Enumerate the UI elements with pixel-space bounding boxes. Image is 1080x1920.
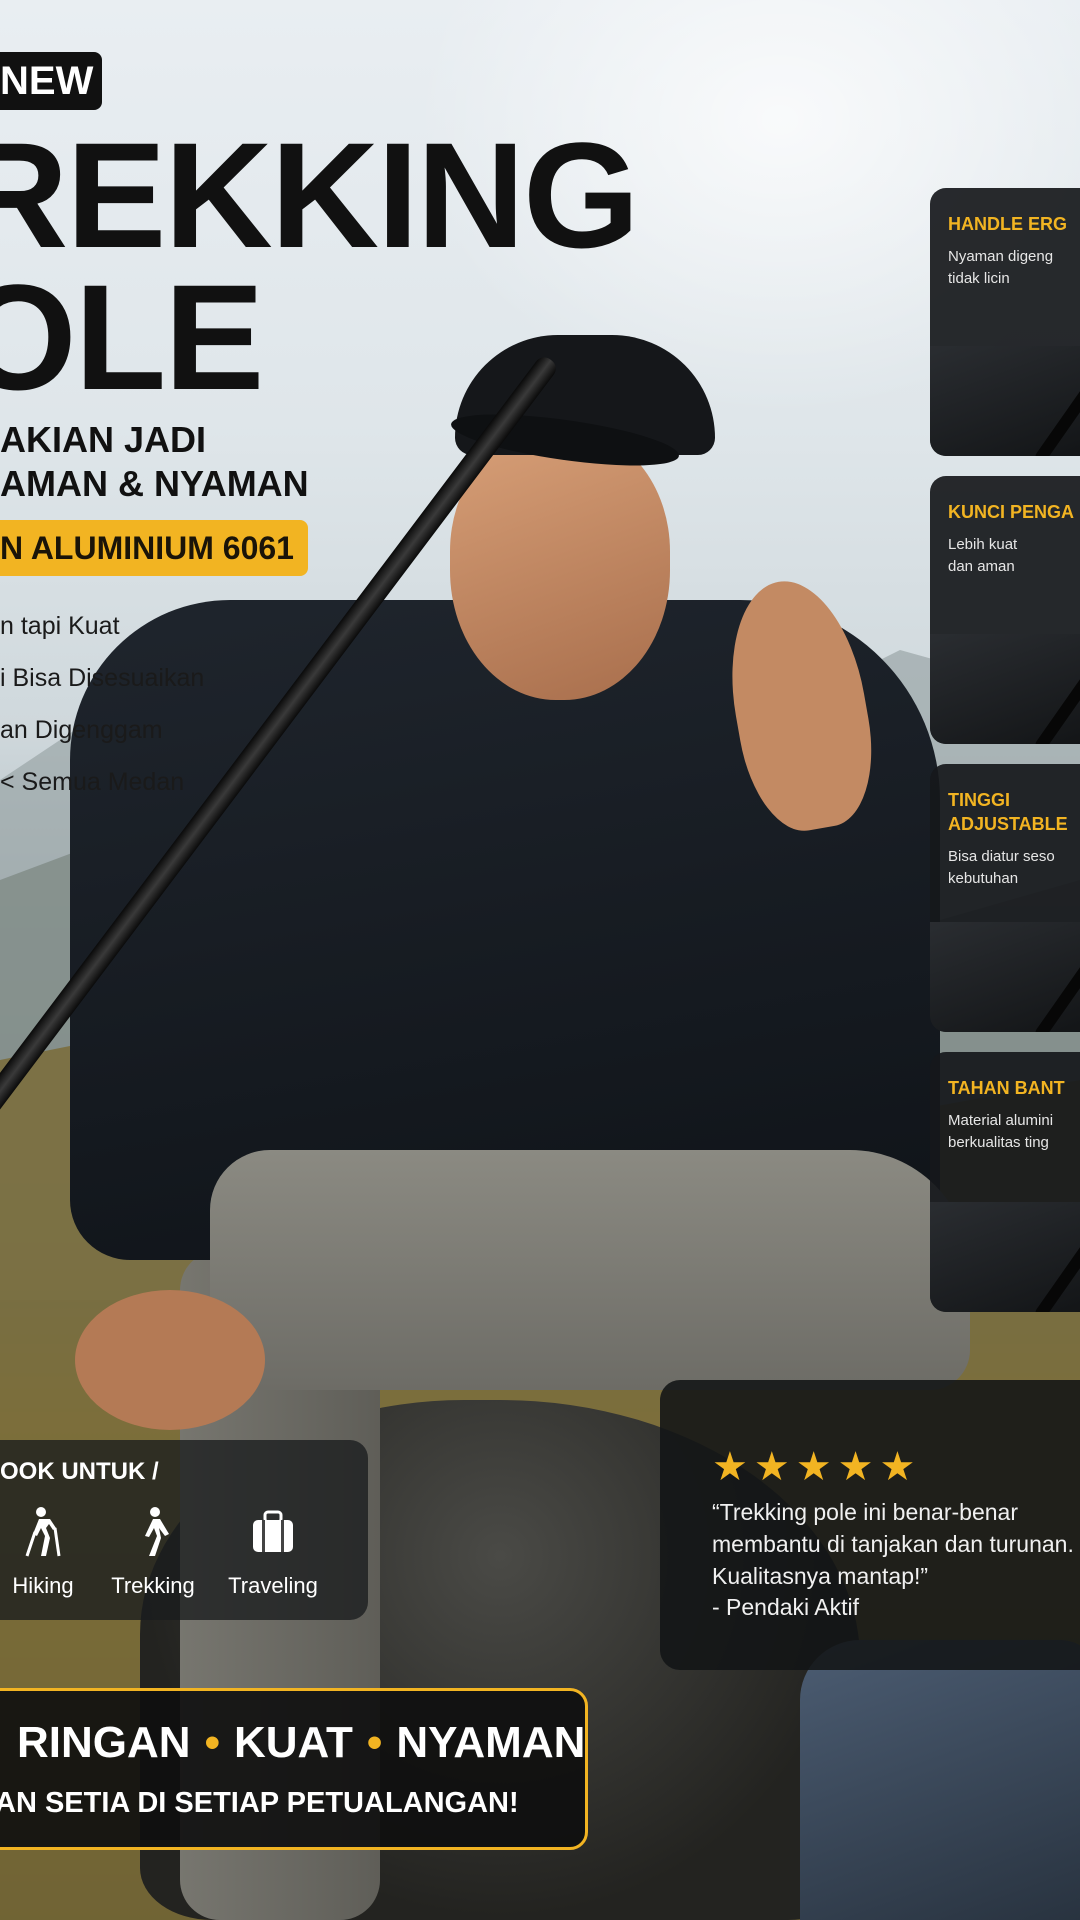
- product-title-line1: REKKING: [0, 111, 640, 279]
- material-badge: N ALUMINIUM 6061: [0, 520, 308, 576]
- feature-desc: Lebih kuat dan aman: [948, 536, 1018, 575]
- suitable-for-title: OOK UNTUK /: [0, 1458, 159, 1485]
- testimonial-author: - Pendaki Aktif: [712, 1594, 860, 1620]
- testimonial-quote: “Trekking pole ini benar-benar membantu …: [712, 1499, 1074, 1589]
- activity-label: Trekking: [111, 1573, 195, 1598]
- separator-dot: •: [366, 1718, 383, 1767]
- banner-keywords: RINGAN • KUAT • NYAMAN: [17, 1715, 585, 1771]
- activity-trekking: Trekking: [98, 1506, 208, 1601]
- person-pants: [210, 1150, 970, 1390]
- hiking-icon: [25, 1507, 61, 1557]
- benefit-item: n tapi Kuat: [0, 612, 120, 640]
- feature-card-lock: KUNCI PENGA Lebih kuat dan aman: [930, 476, 1080, 744]
- keyword-nyaman: NYAMAN: [396, 1718, 586, 1767]
- feature-image: [930, 615, 1080, 744]
- new-badge: NEW: [0, 52, 102, 110]
- feature-title: KUNCI PENGA: [948, 502, 1075, 522]
- suitcase-icon: [253, 1510, 293, 1552]
- benefit-item: an Digenggam: [0, 716, 163, 744]
- subtitle-line2: AMAN & NYAMAN: [0, 463, 309, 504]
- person-face: [450, 430, 670, 700]
- activity-label: Hiking: [12, 1573, 74, 1598]
- feature-image: [930, 327, 1080, 456]
- feature-title: TINGGI ADJUSTABLE: [948, 790, 1068, 834]
- product-title-line2: OLE: [0, 253, 264, 421]
- benefit-item: i Bisa Disesuaikan: [0, 664, 205, 692]
- person-left-hand: [75, 1290, 265, 1430]
- feature-title: TAHAN BANT: [948, 1078, 1065, 1098]
- activity-label: Traveling: [228, 1573, 318, 1598]
- feature-card-height: TINGGI ADJUSTABLE Bisa diatur seso kebut…: [930, 764, 1080, 1032]
- suitable-for-panel: OOK UNTUK / Hiking Trekking Traveling: [0, 1440, 368, 1620]
- feature-card-handle: HANDLE ERG Nyaman digeng tidak licin: [930, 188, 1080, 456]
- star-rating: ★★★★★: [712, 1445, 922, 1489]
- feature-card-durable: TAHAN BANT Material alumini berkualitas …: [930, 1052, 1080, 1312]
- feature-desc: Nyaman digeng tidak licin: [948, 248, 1054, 287]
- separator-dot: •: [204, 1718, 220, 1767]
- activity-hiking: Hiking: [0, 1506, 98, 1601]
- benefit-item: < Semua Medan: [0, 768, 185, 796]
- walking-icon: [145, 1507, 169, 1556]
- feature-desc: Material alumini berkualitas ting: [948, 1112, 1054, 1151]
- subtitle-line1: AKIAN JADI: [0, 419, 207, 460]
- tagline-banner: RINGAN • KUAT • NYAMAN AN SETIA DI SETIAP PE…: [0, 1688, 588, 1850]
- backpack: [800, 1640, 1080, 1920]
- banner-tagline: AN SETIA DI SETIAP PETUALANGAN!: [0, 1787, 519, 1819]
- keyword-ringan: RINGAN: [17, 1718, 191, 1767]
- activity-traveling: Traveling: [218, 1506, 328, 1601]
- new-badge-label: NEW: [0, 59, 94, 103]
- testimonial-card: ★★★★★ “Trekking pole ini benar-benar mem…: [660, 1380, 1080, 1670]
- feature-image: [930, 903, 1080, 1032]
- feature-image: [930, 1183, 1080, 1312]
- feature-title: HANDLE ERG: [948, 214, 1068, 234]
- feature-desc: Bisa diatur seso kebutuhan: [948, 848, 1055, 887]
- keyword-kuat: KUAT: [233, 1718, 353, 1767]
- benefit-list: n tapi Kuat i Bisa Disesuaikan an Digeng…: [0, 600, 204, 808]
